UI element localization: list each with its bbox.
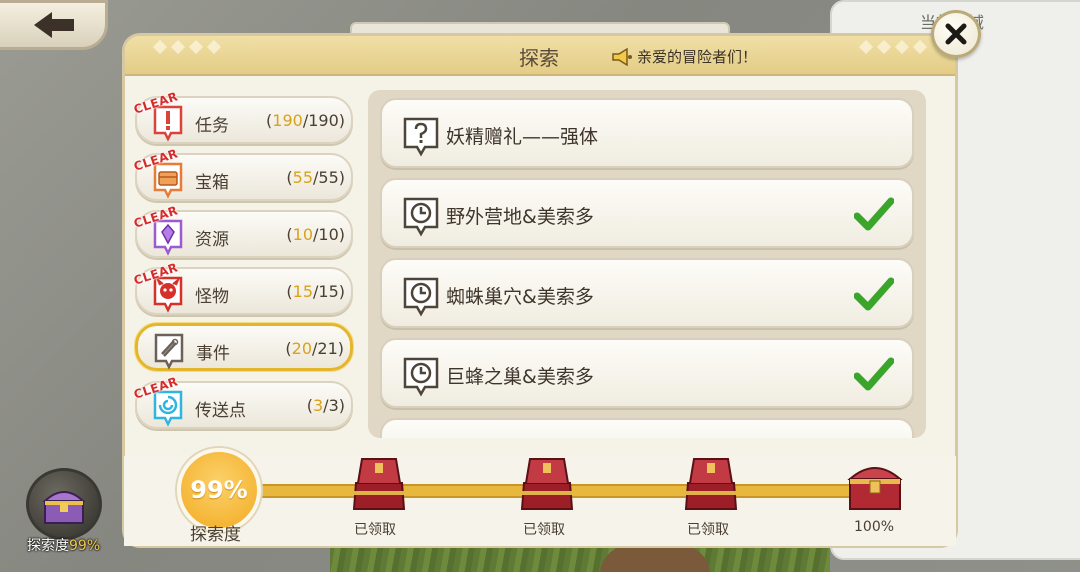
dialog-header: 探索 亲爱的冒险者们！ (125, 36, 955, 76)
explore-badge-button[interactable] (26, 468, 102, 540)
header-ornament-left (152, 39, 222, 55)
reward-chest-open-icon[interactable] (516, 455, 578, 513)
event-row[interactable]: 巨蜂之巢&美索多 (380, 338, 914, 408)
category-resources[interactable]: CLEAR 资源 (10/10) (132, 203, 353, 258)
category-label: 任务 (195, 116, 229, 136)
progress-percent: 99% (190, 476, 248, 504)
category-label: 传送点 (195, 401, 246, 421)
subtitle-text: 亲爱的冒险者们！ (637, 48, 758, 66)
close-button[interactable] (931, 10, 981, 58)
clock-icon (403, 357, 439, 397)
checkmark-icon (854, 277, 894, 311)
event-row[interactable]: 妖精赠礼——强体 (380, 98, 914, 168)
category-label: 宝箱 (195, 173, 229, 193)
reward-label: 100% (854, 519, 895, 535)
category-label: 怪物 (195, 287, 229, 307)
event-label: 野外营地&美索多 (446, 206, 594, 228)
category-events[interactable]: 事件 (20/21) (135, 323, 353, 371)
question-icon (403, 117, 439, 157)
category-count: (3/3) (306, 396, 345, 415)
scroll-icon (154, 333, 184, 370)
treasure-chest-icon (42, 491, 86, 524)
category-label: 事件 (196, 344, 230, 364)
event-row[interactable]: 野外营地&美索多 (380, 178, 914, 248)
category-label: 资源 (195, 230, 229, 250)
checkmark-icon (854, 197, 894, 231)
clock-icon (403, 197, 439, 237)
category-count: (15/15) (286, 282, 345, 301)
category-monsters[interactable]: CLEAR 怪物 (15/15) (132, 260, 353, 315)
event-label: 妖精赠礼——强体 (446, 126, 599, 148)
progress-caption: 探索度 (190, 525, 241, 545)
event-row[interactable]: 蜘蛛巢穴&美索多 (380, 258, 914, 328)
reward-label: 已领取 (687, 522, 729, 538)
explore-badge-caption: 探索度99% (27, 538, 101, 554)
dialog-subtitle: 亲爱的冒险者们！ (611, 46, 757, 67)
megaphone-icon (612, 47, 632, 66)
reward-label: 已领取 (354, 522, 396, 538)
back-arrow-icon (34, 12, 74, 38)
category-quests[interactable]: CLEAR 任务 (190/190) (132, 89, 353, 144)
category-chests[interactable]: CLEAR 宝箱 (55/55) (132, 146, 353, 201)
back-button[interactable] (0, 0, 108, 50)
checkmark-icon (854, 357, 894, 391)
reward-chest-closed-icon[interactable] (844, 455, 906, 513)
close-icon (945, 23, 967, 45)
event-label: 蜘蛛巢穴&美索多 (446, 286, 594, 308)
reward-label: 已领取 (523, 522, 565, 538)
dialog-title: 探索 (519, 46, 559, 70)
category-count: (55/55) (286, 168, 345, 187)
header-ornament-right (858, 39, 928, 55)
category-count: (20/21) (285, 339, 344, 358)
event-label: 巨蜂之巢&美索多 (446, 366, 594, 388)
dirt-path (600, 545, 710, 572)
clock-icon (403, 277, 439, 317)
category-count: (190/190) (266, 111, 345, 130)
category-count: (10/10) (286, 225, 345, 244)
reward-chest-open-icon[interactable] (680, 455, 742, 513)
reward-chest-open-icon[interactable] (348, 455, 410, 513)
category-waypoints[interactable]: CLEAR 传送点 (3/3) (132, 374, 353, 429)
event-row-partial[interactable] (380, 418, 914, 438)
event-list[interactable]: 妖精赠礼——强体 野外营地&美索多 蜘蛛巢穴&美索多 巨蜂之巢&美索多 (368, 90, 926, 438)
